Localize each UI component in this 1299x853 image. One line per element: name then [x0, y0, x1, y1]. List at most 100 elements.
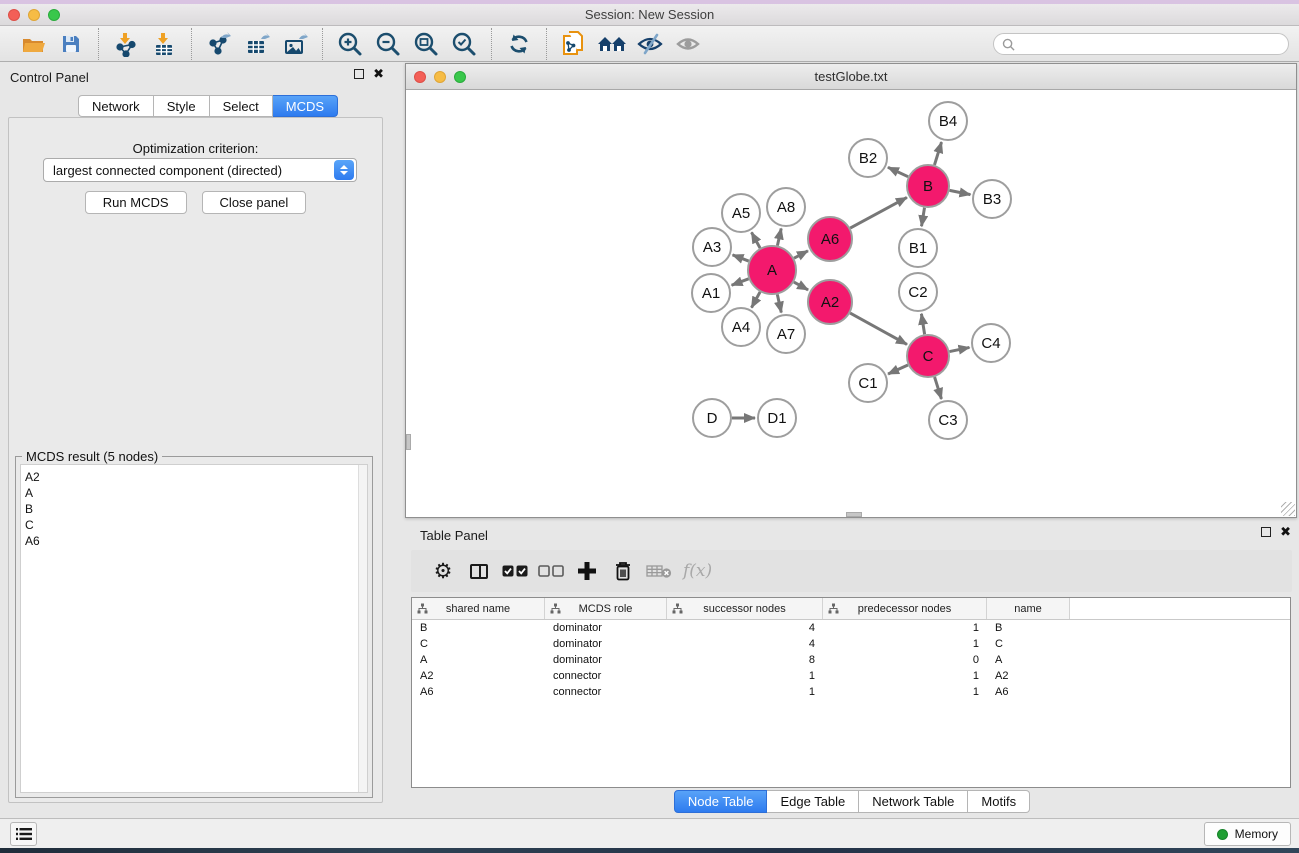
- graph-node-B2[interactable]: B2: [849, 139, 887, 177]
- graph-edge-B-B1[interactable]: [922, 208, 925, 227]
- graph-edge-A-A3[interactable]: [733, 255, 749, 261]
- select-all-columns-button[interactable]: [497, 554, 533, 588]
- graph-node-C2[interactable]: C2: [899, 273, 937, 311]
- result-item-a2[interactable]: A2: [21, 469, 367, 485]
- close-window-button[interactable]: [8, 9, 20, 21]
- tab-style[interactable]: Style: [154, 95, 210, 117]
- table-row-a[interactable]: Adominator80A: [412, 652, 1290, 668]
- graph-node-A8[interactable]: A8: [767, 188, 805, 226]
- graph-edge-A-A5[interactable]: [752, 232, 761, 248]
- cell-shared-name[interactable]: A2: [412, 668, 545, 684]
- cell-shared-name[interactable]: A: [412, 652, 545, 668]
- graph-node-A3[interactable]: A3: [693, 228, 731, 266]
- zoom-in-button[interactable]: [331, 28, 369, 60]
- zoom-selected-button[interactable]: [445, 28, 483, 60]
- mcds-result-list[interactable]: A2ABCA6: [20, 464, 368, 793]
- new-network-from-selection-button[interactable]: [555, 28, 593, 60]
- cell-predecessor-nodes[interactable]: 1: [823, 620, 987, 636]
- result-item-c[interactable]: C: [21, 517, 367, 533]
- graph-node-A5[interactable]: A5: [722, 194, 760, 232]
- graph-node-B[interactable]: B: [907, 165, 949, 207]
- graph-edge-B-B3[interactable]: [950, 190, 971, 194]
- table-tab-node-table[interactable]: Node Table: [674, 790, 768, 813]
- node-table[interactable]: shared nameMCDS rolesuccessor nodesprede…: [411, 597, 1291, 788]
- open-session-button[interactable]: [14, 28, 52, 60]
- first-neighbors-button[interactable]: [593, 28, 631, 60]
- graph-edge-A-A1[interactable]: [732, 279, 749, 285]
- cell-predecessor-nodes[interactable]: 1: [823, 636, 987, 652]
- cell-successor-nodes[interactable]: 4: [667, 636, 823, 652]
- memory-button[interactable]: Memory: [1204, 822, 1291, 846]
- unselect-all-columns-button[interactable]: [533, 554, 569, 588]
- cell-MCDS-role[interactable]: dominator: [545, 620, 667, 636]
- cell-successor-nodes[interactable]: 8: [667, 652, 823, 668]
- graph-node-C4[interactable]: C4: [972, 324, 1010, 362]
- table-row-a6[interactable]: A6connector11A6: [412, 684, 1290, 700]
- export-image-button[interactable]: [276, 28, 314, 60]
- cell-name[interactable]: C: [987, 636, 1070, 652]
- network-minimize-button[interactable]: [434, 71, 446, 83]
- graph-edge-A2-C[interactable]: [850, 313, 907, 344]
- zoom-fit-button[interactable]: [407, 28, 445, 60]
- column-header-MCDS-role[interactable]: MCDS role: [545, 598, 667, 619]
- float-table-panel-icon[interactable]: [1261, 527, 1271, 537]
- function-builder-button[interactable]: f(x): [677, 561, 712, 581]
- table-row-a2[interactable]: A2connector11A2: [412, 668, 1290, 684]
- network-close-button[interactable]: [414, 71, 426, 83]
- table-tab-motifs[interactable]: Motifs: [968, 790, 1030, 813]
- criterion-dropdown[interactable]: largest connected component (directed): [43, 158, 357, 182]
- network-zoom-button[interactable]: [454, 71, 466, 83]
- close-panel-icon[interactable]: ✖: [373, 69, 384, 79]
- graph-edge-C-C2[interactable]: [921, 314, 924, 335]
- cell-predecessor-nodes[interactable]: 0: [823, 652, 987, 668]
- graph-node-A4[interactable]: A4: [722, 308, 760, 346]
- zoom-out-button[interactable]: [369, 28, 407, 60]
- add-column-button[interactable]: [569, 554, 605, 588]
- export-network-button[interactable]: [200, 28, 238, 60]
- refresh-view-button[interactable]: [500, 28, 538, 60]
- graph-node-A1[interactable]: A1: [692, 274, 730, 312]
- table-row-c[interactable]: Cdominator41C: [412, 636, 1290, 652]
- save-session-button[interactable]: [52, 28, 90, 60]
- show-all-button[interactable]: [669, 28, 707, 60]
- graph-edge-A-A6[interactable]: [794, 251, 808, 258]
- run-mcds-button[interactable]: Run MCDS: [85, 191, 187, 214]
- graph-node-B4[interactable]: B4: [929, 102, 967, 140]
- graph-node-B3[interactable]: B3: [973, 180, 1011, 218]
- graph-edge-B-B2[interactable]: [888, 167, 908, 176]
- graph-node-C[interactable]: C: [907, 335, 949, 377]
- cell-successor-nodes[interactable]: 1: [667, 668, 823, 684]
- zoom-window-button[interactable]: [48, 9, 60, 21]
- graph-node-A7[interactable]: A7: [767, 315, 805, 353]
- tab-network[interactable]: Network: [78, 95, 154, 117]
- float-panel-icon[interactable]: [354, 69, 364, 79]
- graph-node-C3[interactable]: C3: [929, 401, 967, 439]
- graph-edge-C-C3[interactable]: [935, 377, 942, 399]
- table-row-b[interactable]: Bdominator41B: [412, 620, 1290, 636]
- minimize-window-button[interactable]: [28, 9, 40, 21]
- cell-name[interactable]: A6: [987, 684, 1070, 700]
- import-network-button[interactable]: [107, 28, 145, 60]
- search-field[interactable]: [993, 33, 1289, 55]
- cell-MCDS-role[interactable]: dominator: [545, 636, 667, 652]
- result-list-scrollbar[interactable]: [358, 465, 367, 792]
- network-canvas[interactable]: AA1A3A5A8A4A7A6A2BB1B2B3B4CC1C2C3C4DD1: [406, 90, 1296, 517]
- column-header-shared-name[interactable]: shared name: [412, 598, 545, 619]
- canvas-vertical-scroll-thumb[interactable]: [406, 434, 411, 450]
- cell-shared-name[interactable]: C: [412, 636, 545, 652]
- cell-successor-nodes[interactable]: 1: [667, 684, 823, 700]
- search-input[interactable]: [1015, 35, 1288, 53]
- graph-edge-A-A7[interactable]: [777, 294, 781, 312]
- cell-name[interactable]: B: [987, 620, 1070, 636]
- column-header-successor-nodes[interactable]: successor nodes: [667, 598, 823, 619]
- graph-edge-A-A4[interactable]: [752, 292, 761, 308]
- graph-node-C1[interactable]: C1: [849, 364, 887, 402]
- result-item-a6[interactable]: A6: [21, 533, 367, 549]
- hide-selected-button[interactable]: [631, 28, 669, 60]
- task-history-button[interactable]: [10, 822, 37, 846]
- delete-table-button[interactable]: [641, 554, 677, 588]
- delete-column-button[interactable]: [605, 554, 641, 588]
- graph-node-A2[interactable]: A2: [808, 280, 852, 324]
- cell-MCDS-role[interactable]: connector: [545, 684, 667, 700]
- close-panel-button[interactable]: Close panel: [202, 191, 307, 214]
